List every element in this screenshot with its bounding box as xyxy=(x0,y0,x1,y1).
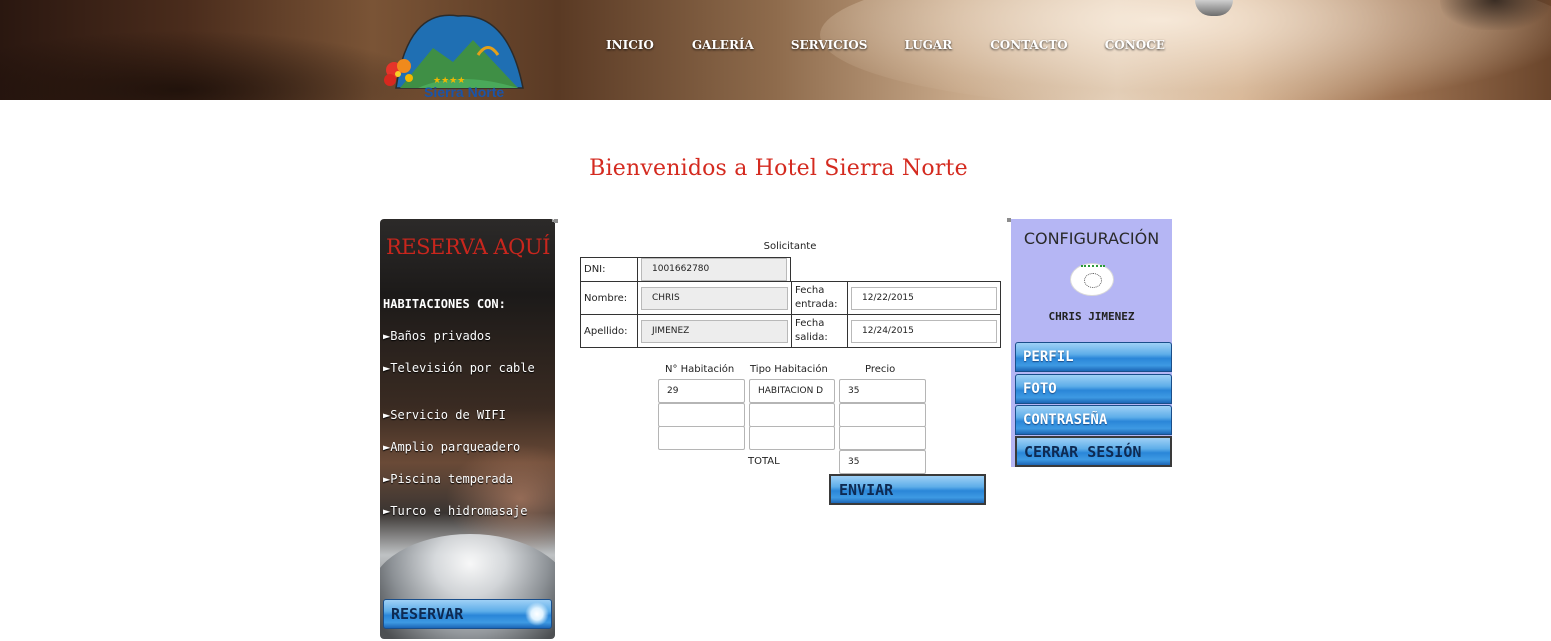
user-face-icon xyxy=(1084,273,1102,288)
room-number-field[interactable]: 29 xyxy=(658,379,745,403)
room-type-field[interactable] xyxy=(749,403,835,427)
total-label: TOTAL xyxy=(748,456,780,467)
feature-item: ►Piscina temperada xyxy=(383,472,514,486)
price-field[interactable] xyxy=(839,426,926,450)
nav-galeria[interactable]: GALERÍA xyxy=(692,37,754,53)
submit-button[interactable]: ENVIAR xyxy=(829,474,986,505)
feature-item: ►Baños privados xyxy=(383,329,492,343)
user-name: CHRIS JIMENEZ xyxy=(1048,310,1135,323)
panel-corner xyxy=(1007,218,1011,222)
nav-lugar[interactable]: LUGAR xyxy=(904,37,952,53)
sparkle-icon xyxy=(525,602,549,626)
settings-title: CONFIGURACIÓN xyxy=(1023,229,1160,248)
header-banner: ★★★★ Sierra Norte INICIO GALERÍA SERVICI… xyxy=(0,0,1551,100)
dni-field[interactable]: 1001662780 xyxy=(641,258,787,281)
panel-corner xyxy=(554,219,558,223)
profile-button[interactable]: PERFIL xyxy=(1015,342,1172,372)
room-type-field[interactable]: HABITACION D xyxy=(749,379,835,403)
col-header-room-type: Tipo Habitación xyxy=(750,364,828,375)
nombre-field[interactable]: CHRIS xyxy=(641,286,788,310)
price-field[interactable] xyxy=(839,403,926,427)
fecha-salida-label: Fecha salida: xyxy=(791,314,848,348)
col-header-price: Precio xyxy=(865,364,896,375)
ceiling-shadow-decoration xyxy=(0,30,440,100)
photo-button[interactable]: FOTO xyxy=(1015,374,1172,404)
feature-item: ►Turco e hidromasaje xyxy=(383,504,528,518)
reservation-form: Solicitante DNI: 1001662780 Nombre: CHRI… xyxy=(554,219,1008,519)
feature-item: ►Amplio parqueadero xyxy=(383,440,521,454)
applicant-section-label: Solicitante xyxy=(763,241,817,252)
hotel-logo[interactable]: ★★★★ Sierra Norte xyxy=(378,10,538,100)
room-type-field[interactable] xyxy=(749,426,835,450)
fecha-entrada-field[interactable]: 12/22/2015 xyxy=(851,286,997,310)
reserve-button[interactable]: RESERVAR xyxy=(383,599,552,629)
ceiling-lamp-decoration xyxy=(1440,0,1550,30)
avatar[interactable] xyxy=(1070,263,1114,296)
dni-table: DNI: 1001662780 xyxy=(580,257,791,282)
fecha-salida-field[interactable]: 12/24/2015 xyxy=(851,319,997,343)
total-field[interactable]: 35 xyxy=(839,450,926,474)
price-field[interactable]: 35 xyxy=(839,379,926,403)
nav-servicios[interactable]: SERVICIOS xyxy=(791,37,868,53)
nombre-label: Nombre: xyxy=(580,281,638,315)
nav-inicio[interactable]: INICIO xyxy=(606,37,654,53)
logout-button[interactable]: CERRAR SESIÓN xyxy=(1015,436,1172,467)
nav-contacto[interactable]: CONTACTO xyxy=(990,37,1068,53)
applicant-table: Nombre: CHRIS Fecha entrada: 12/22/2015 … xyxy=(580,281,1001,348)
avatar-badge-icon xyxy=(1081,265,1105,270)
feature-item: ►Televisión por cable xyxy=(383,361,535,375)
apellido-field[interactable]: JIMENEZ xyxy=(641,319,788,343)
room-number-field[interactable] xyxy=(658,403,745,427)
reserve-button-label: RESERVAR xyxy=(391,605,464,623)
page-title: Bienvenidos a Hotel Sierra Norte xyxy=(589,156,968,181)
main-nav: INICIO GALERÍA SERVICIOS LUGAR CONTACTO … xyxy=(606,37,1165,53)
fecha-entrada-label: Fecha entrada: xyxy=(791,281,848,315)
nav-conoce[interactable]: CONOCE xyxy=(1105,37,1165,53)
logo-text: Sierra Norte xyxy=(424,84,504,100)
password-button[interactable]: CONTRASEÑA xyxy=(1015,405,1172,435)
reservation-promo-panel: RESERVA AQUÍ HABITACIONES CON: ►Baños pr… xyxy=(380,219,555,639)
col-header-room-number: N° Habitación xyxy=(665,364,735,375)
apellido-label: Apellido: xyxy=(580,314,638,348)
settings-panel: CONFIGURACIÓN CHRIS JIMENEZ PERFIL FOTO … xyxy=(1007,218,1172,467)
reserve-title: RESERVA AQUÍ xyxy=(386,235,550,259)
room-number-field[interactable] xyxy=(658,426,745,450)
dni-label: DNI: xyxy=(580,257,638,282)
rooms-heading: HABITACIONES CON: xyxy=(383,297,506,311)
feature-item: ►Servicio de WIFI xyxy=(383,408,506,422)
